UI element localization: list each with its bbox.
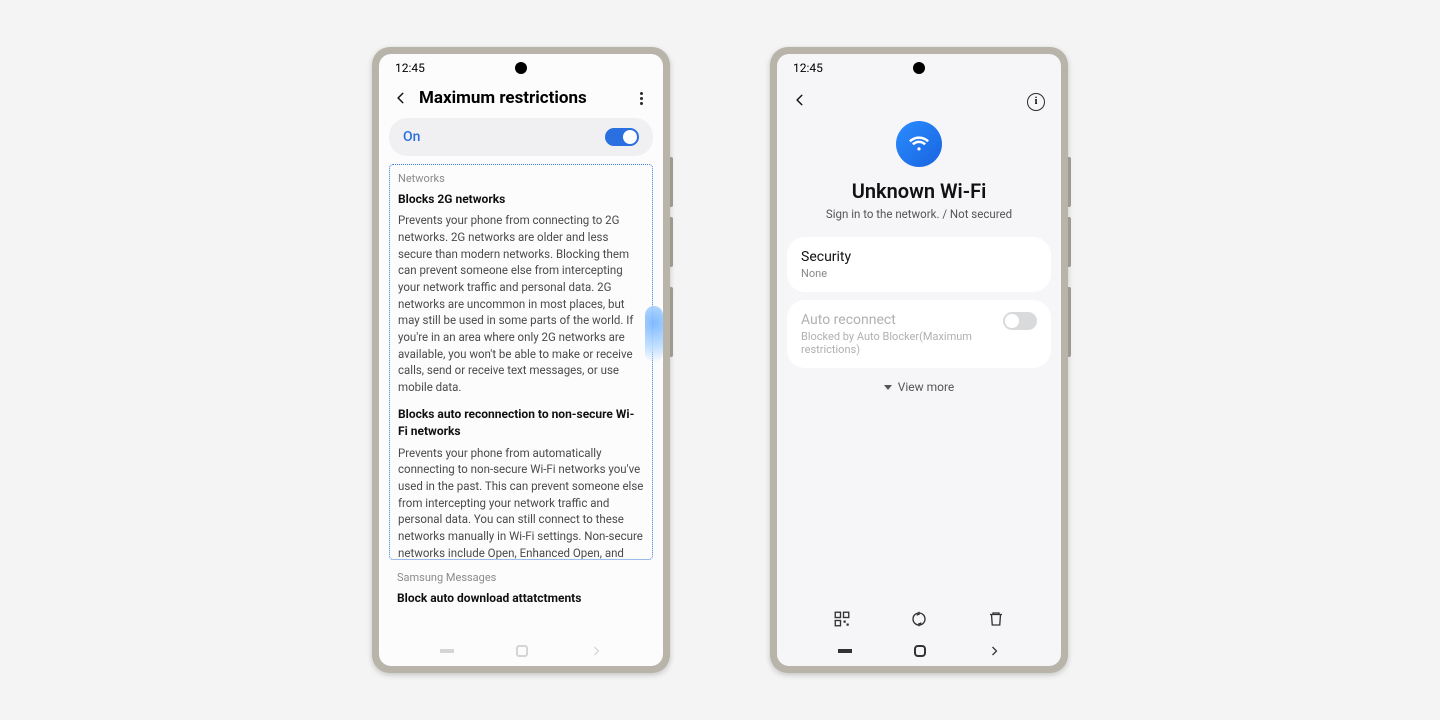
auto-reconnect-title: Auto reconnect xyxy=(801,312,981,328)
auto-reconnect-sub: Blocked by Auto Blocker(Maximum restrict… xyxy=(801,330,981,356)
screen-left: 12:45 Maximum restrictions On Networks B… xyxy=(379,54,663,666)
status-bar: 12:45 xyxy=(777,54,1061,82)
item-title-2g: Blocks 2G networks xyxy=(398,191,644,208)
item-title-wifi: Blocks auto reconnection to non-secure W… xyxy=(398,406,644,441)
item-body-2g: Prevents your phone from connecting to 2… xyxy=(398,212,644,395)
delete-button[interactable] xyxy=(985,608,1007,630)
volume-down-button[interactable] xyxy=(670,217,673,267)
wifi-hero: Unknown Wi-Fi Sign in to the network. / … xyxy=(777,117,1061,237)
camera-notch xyxy=(913,62,925,74)
section-label-messages: Samsung Messages xyxy=(397,570,645,586)
content-scroll[interactable]: Networks Blocks 2G networks Prevents you… xyxy=(379,156,663,636)
wifi-icon-circle xyxy=(896,121,942,167)
camera-notch xyxy=(515,62,527,74)
more-vert-icon xyxy=(640,92,643,105)
system-nav-bar xyxy=(379,636,663,666)
master-toggle-row[interactable]: On xyxy=(389,118,653,156)
volume-up-button[interactable] xyxy=(670,157,673,207)
power-button[interactable] xyxy=(670,287,673,357)
phone-frame-right: 12:45 i Unknown Wi-Fi Sign in to the net… xyxy=(770,47,1068,673)
security-card[interactable]: Security None xyxy=(787,237,1051,292)
wifi-details-cards: Security None Auto reconnect Blocked by … xyxy=(777,237,1061,368)
chevron-down-icon xyxy=(884,385,892,390)
sync-icon xyxy=(910,610,928,628)
wifi-icon xyxy=(907,132,931,156)
nav-back-button[interactable] xyxy=(988,645,1000,657)
power-button[interactable] xyxy=(1068,287,1071,357)
phone-frame-left: 12:45 Maximum restrictions On Networks B… xyxy=(372,47,670,673)
nav-home-button[interactable] xyxy=(516,645,528,657)
info-button[interactable]: i xyxy=(1027,93,1045,111)
nav-home-button[interactable] xyxy=(914,645,926,657)
status-bar: 12:45 xyxy=(379,54,663,82)
qr-code-button[interactable] xyxy=(831,608,853,630)
volume-up-button[interactable] xyxy=(1068,157,1071,207)
nav-back-button[interactable] xyxy=(590,645,602,657)
app-bar: Maximum restrictions xyxy=(379,82,663,118)
samsung-messages-section: Samsung Messages Block auto download att… xyxy=(389,570,653,607)
more-menu-button[interactable] xyxy=(633,92,649,105)
section-label-networks: Networks xyxy=(398,171,644,187)
app-bar: i xyxy=(777,82,1061,117)
security-title: Security xyxy=(801,249,1037,265)
system-nav-bar xyxy=(777,636,1061,666)
chevron-left-icon xyxy=(793,93,807,107)
nav-recents-button[interactable] xyxy=(440,649,454,653)
wifi-network-name: Unknown Wi-Fi xyxy=(852,179,987,203)
view-more-label: View more xyxy=(898,380,955,394)
status-time: 12:45 xyxy=(395,61,425,75)
auto-reconnect-card: Auto reconnect Blocked by Auto Blocker(M… xyxy=(787,300,1051,368)
qr-code-icon xyxy=(833,610,851,628)
volume-down-button[interactable] xyxy=(1068,217,1071,267)
page-title: Maximum restrictions xyxy=(419,88,633,108)
chevron-left-icon xyxy=(394,91,408,105)
view-more-button[interactable]: View more xyxy=(777,368,1061,406)
networks-section-highlight: Networks Blocks 2G networks Prevents you… xyxy=(389,164,653,560)
info-icon: i xyxy=(1035,96,1038,107)
screen-right: 12:45 i Unknown Wi-Fi Sign in to the net… xyxy=(777,54,1061,666)
back-button[interactable] xyxy=(793,92,807,111)
status-time: 12:45 xyxy=(793,61,823,75)
trash-icon xyxy=(987,610,1005,628)
item-body-wifi: Prevents your phone from automatically c… xyxy=(398,445,644,561)
sync-button[interactable] xyxy=(908,608,930,630)
wifi-network-status: Sign in to the network. / Not secured xyxy=(826,207,1012,221)
security-value: None xyxy=(801,267,981,280)
master-toggle[interactable] xyxy=(605,128,639,146)
master-toggle-label: On xyxy=(403,129,420,145)
back-button[interactable] xyxy=(391,91,411,105)
nav-recents-button[interactable] xyxy=(838,649,852,653)
scroll-indicator[interactable] xyxy=(645,306,663,362)
bottom-action-bar xyxy=(777,602,1061,636)
item-title-attachments: Block auto download attatctments xyxy=(397,590,645,607)
auto-reconnect-toggle xyxy=(1003,312,1037,330)
